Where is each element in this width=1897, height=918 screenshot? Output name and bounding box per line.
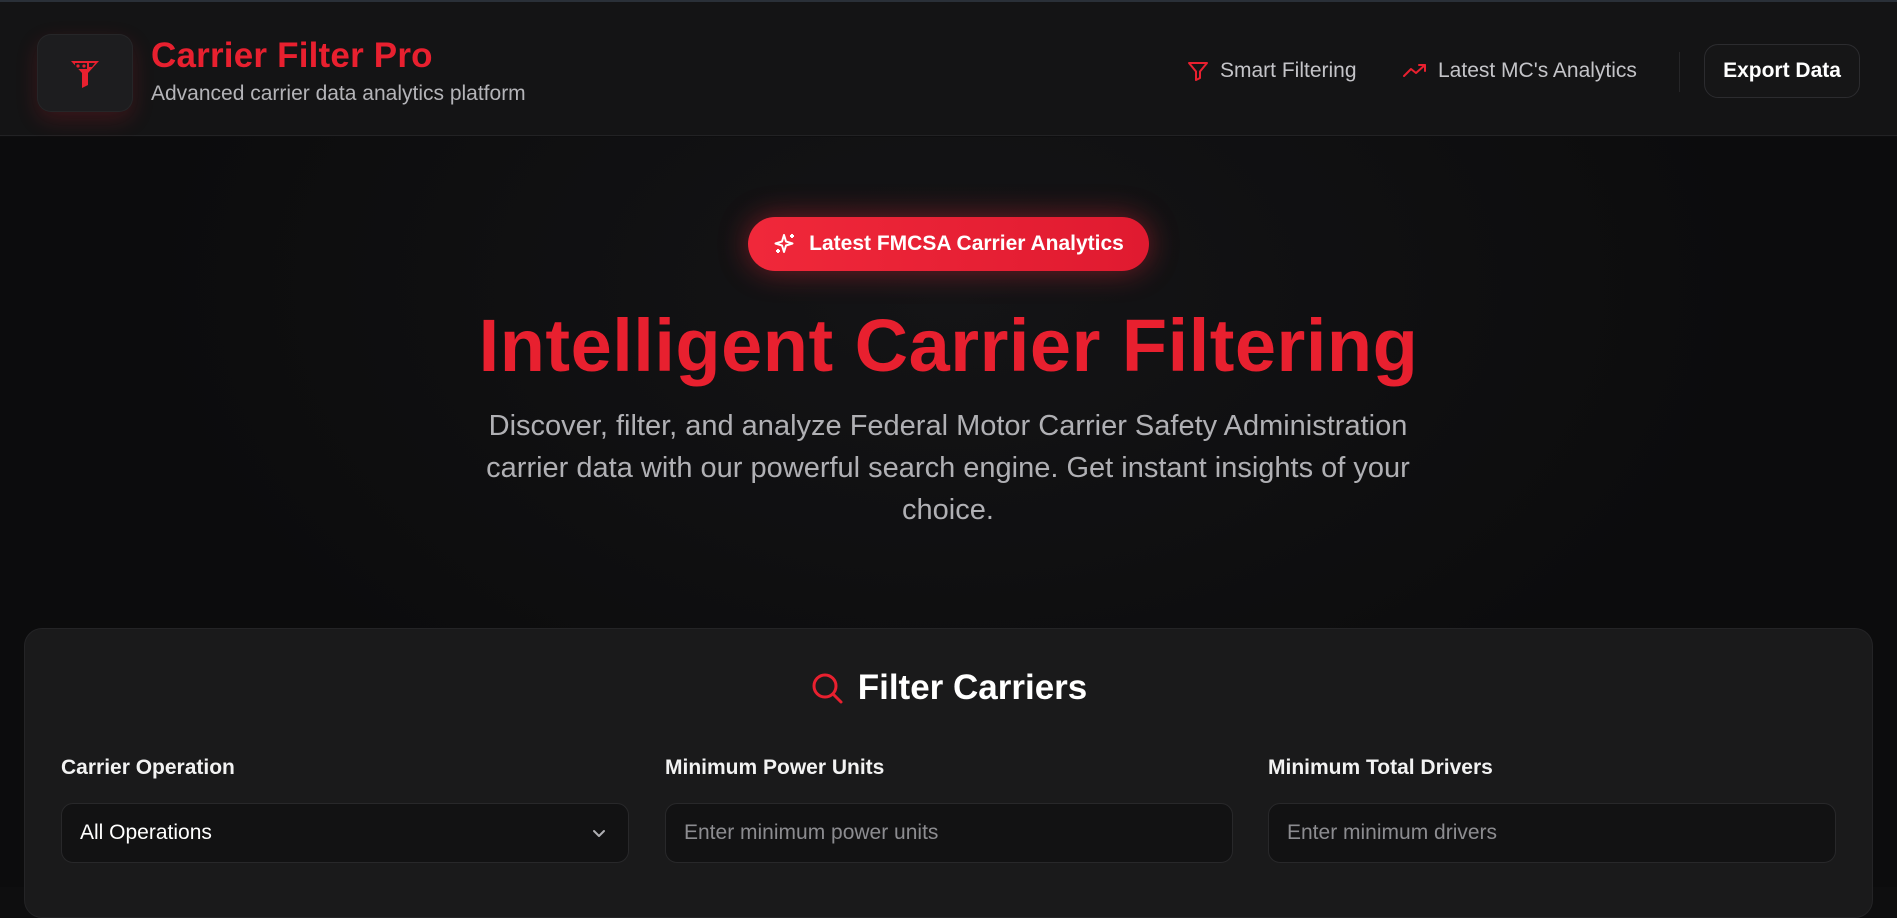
min-total-drivers-input[interactable] [1287, 821, 1835, 845]
min-power-units-input[interactable] [684, 821, 1232, 845]
logo[interactable] [37, 34, 133, 112]
fmcsa-analytics-badge[interactable]: Latest FMCSA Carrier Analytics [748, 217, 1149, 271]
sparkles-icon [774, 234, 795, 253]
truck-filter-icon [71, 61, 99, 88]
carrier-operation-value: All Operations [80, 821, 212, 844]
hero-description: Discover, filter, and analyze Federal Mo… [486, 410, 1410, 526]
filter-icon [1188, 62, 1208, 81]
nav-latest-mc-analytics[interactable]: Latest MC's Analytics [1402, 56, 1637, 86]
app-header: Carrier Filter Pro Advanced carrier data… [0, 2, 1897, 136]
hero-title: Intelligent Carrier Filtering [478, 304, 1419, 387]
search-icon [812, 673, 843, 704]
nav-smart-filtering-label: Smart Filtering [1220, 59, 1357, 82]
carrier-operation-select[interactable]: All Operations [61, 803, 629, 863]
min-total-drivers-label: Minimum Total Drivers [1268, 756, 1493, 779]
carrier-operation-label: Carrier Operation [61, 756, 235, 779]
filter-carriers-heading: Filter Carriers [0, 668, 1897, 708]
trending-up-icon [1403, 64, 1426, 77]
nav-latest-mc-analytics-label: Latest MC's Analytics [1438, 59, 1637, 82]
brand-subtitle: Advanced carrier data analytics platform [151, 82, 526, 105]
nav-divider [1679, 52, 1680, 92]
chevron-down-icon [593, 830, 605, 837]
fmcsa-analytics-badge-label: Latest FMCSA Carrier Analytics [809, 232, 1124, 255]
min-power-units-label: Minimum Power Units [665, 756, 885, 779]
filter-carriers-title: Filter Carriers [857, 668, 1088, 707]
export-data-button[interactable]: Export Data [1704, 44, 1860, 98]
min-total-drivers-field [1268, 803, 1836, 863]
min-power-units-field [665, 803, 1233, 863]
nav-smart-filtering[interactable]: Smart Filtering [1186, 56, 1357, 86]
brand-title: Carrier Filter Pro [151, 36, 433, 75]
